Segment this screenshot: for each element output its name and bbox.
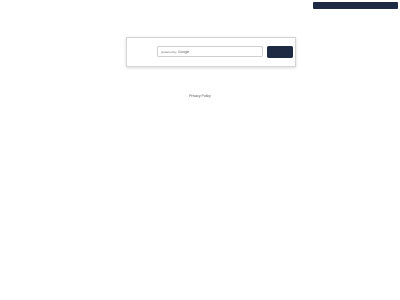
top-bar-button[interactable] [313, 2, 398, 9]
search-button[interactable] [267, 46, 293, 58]
search-input[interactable]: powered by Google [157, 46, 263, 57]
google-logo-text: Google [178, 49, 190, 54]
powered-by-label: powered by [161, 49, 177, 54]
privacy-policy-link[interactable]: Privacy Policy [0, 94, 400, 98]
search-card: powered by Google [126, 37, 296, 67]
